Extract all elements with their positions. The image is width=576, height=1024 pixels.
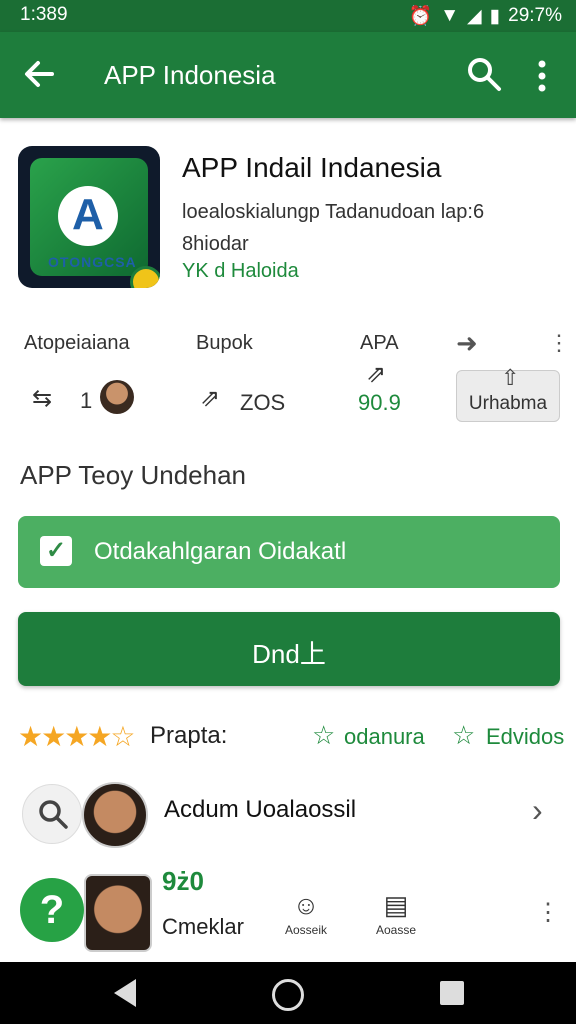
overflow-dots-icon[interactable]: ⋮ bbox=[548, 330, 570, 356]
app-icon-brand: OTONGCSA bbox=[48, 254, 137, 270]
app-description: loealoskialungp Tadanudoan lap:6 8hiodar bbox=[182, 196, 562, 260]
search-icon[interactable] bbox=[466, 56, 502, 92]
install-button-label: Dnd上 bbox=[252, 639, 326, 669]
checkbox-icon[interactable] bbox=[40, 536, 72, 566]
chevron-right-icon[interactable]: › bbox=[532, 792, 543, 829]
stat-label-2: Bupok bbox=[196, 332, 253, 354]
list-item-label: Cmeklar bbox=[162, 914, 244, 939]
signal-icon: ◢ bbox=[467, 5, 482, 27]
install-button[interactable]: Dnd上 bbox=[18, 612, 560, 686]
more-vert-icon[interactable]: ⋮ bbox=[536, 898, 560, 927]
stat-value-2: ZOS bbox=[240, 390, 286, 415]
star-outline-icon[interactable]: ☆ bbox=[312, 720, 335, 751]
list-item-title[interactable]: Acdum Uoalaossil bbox=[164, 796, 356, 824]
mini-badges: 9ż0 bbox=[162, 866, 204, 896]
avatar bbox=[84, 874, 152, 952]
app-icon-inner: OTONGCSA bbox=[30, 158, 160, 288]
nav-recents-icon[interactable] bbox=[440, 981, 464, 1005]
status-bar: 1:389 ⏰ ▼ ◢ ▮ 29:7% bbox=[0, 0, 576, 32]
developer-link[interactable]: YK d Haloida bbox=[182, 260, 299, 283]
app-description-line2: 8hiodar bbox=[182, 233, 249, 255]
stat-label-3: APA bbox=[360, 332, 399, 354]
search-icon bbox=[39, 800, 68, 829]
avatar bbox=[82, 782, 148, 848]
rating-link-1[interactable]: odanura bbox=[344, 724, 425, 750]
battery-icon: ▮ bbox=[489, 5, 501, 27]
stat-label-1: Atopeiaiana bbox=[24, 332, 130, 354]
app-title: APP Indail Indanesia bbox=[182, 152, 442, 183]
rating-link-2[interactable]: Edvidos bbox=[486, 724, 564, 750]
download-icon: ⇆ bbox=[32, 385, 53, 412]
page-title: APP Indonesia bbox=[104, 60, 276, 90]
external-link-icon: ⇗ bbox=[366, 361, 387, 388]
section-title: APP Teoy Undehan bbox=[20, 460, 246, 490]
avatar bbox=[100, 380, 134, 414]
alarm-icon: ⏰ bbox=[408, 6, 433, 27]
nav-back-icon[interactable] bbox=[114, 979, 136, 1007]
share-chip-label: Urhabma bbox=[468, 393, 548, 414]
nav-home-icon[interactable] bbox=[272, 979, 304, 1011]
document-icon: ▤ bbox=[383, 890, 409, 920]
app-description-line1: loealoskialungp Tadanudoan lap:6 bbox=[182, 201, 485, 223]
share-chip[interactable]: ⇧ Urhabma bbox=[456, 365, 560, 422]
help-icon[interactable]: ? bbox=[20, 878, 84, 942]
top-app-bar: APP Indonesia bbox=[0, 32, 576, 118]
star-rating: ★★★★☆ bbox=[18, 721, 136, 752]
app-icon[interactable]: OTONGCSA bbox=[18, 146, 160, 288]
rating-label: Prapta: bbox=[150, 722, 228, 749]
system-nav-bar bbox=[0, 962, 576, 1024]
stat-value-3: 90.9 bbox=[358, 390, 401, 415]
checkbox-banner[interactable]: Otdakahlgaran Oidakatl bbox=[18, 516, 560, 588]
action-icon-1[interactable]: ☺ Aosseik bbox=[276, 890, 336, 937]
action-icon-1-label: Aosseik bbox=[284, 923, 328, 937]
search-button[interactable] bbox=[22, 784, 82, 844]
recycle-icon: ⇗ bbox=[200, 385, 221, 412]
robot-icon: ☺ bbox=[292, 890, 320, 920]
battery-level: 29:7% bbox=[508, 5, 562, 26]
checkbox-banner-label: Otdakahlgaran Oidakatl bbox=[94, 538, 347, 565]
app-logo-circle bbox=[58, 186, 118, 246]
share-icon: ⇧ bbox=[501, 365, 520, 390]
share-arrow-icon[interactable]: ➜ bbox=[456, 328, 478, 359]
back-arrow-icon[interactable] bbox=[22, 54, 58, 94]
status-time: 1:389 bbox=[20, 4, 68, 25]
action-icon-2[interactable]: ▤ Aoasse bbox=[366, 890, 426, 937]
stat-value-1: 1 bbox=[80, 388, 93, 413]
action-icon-2-label: Aoasse bbox=[375, 923, 417, 937]
app-icon-badge bbox=[130, 266, 160, 288]
wifi-icon: ▼ bbox=[440, 5, 460, 26]
more-vert-icon[interactable] bbox=[530, 56, 554, 96]
status-icons: ⏰ ▼ ◢ ▮ 29:7% bbox=[409, 4, 562, 28]
star-outline-icon[interactable]: ☆ bbox=[452, 720, 475, 751]
